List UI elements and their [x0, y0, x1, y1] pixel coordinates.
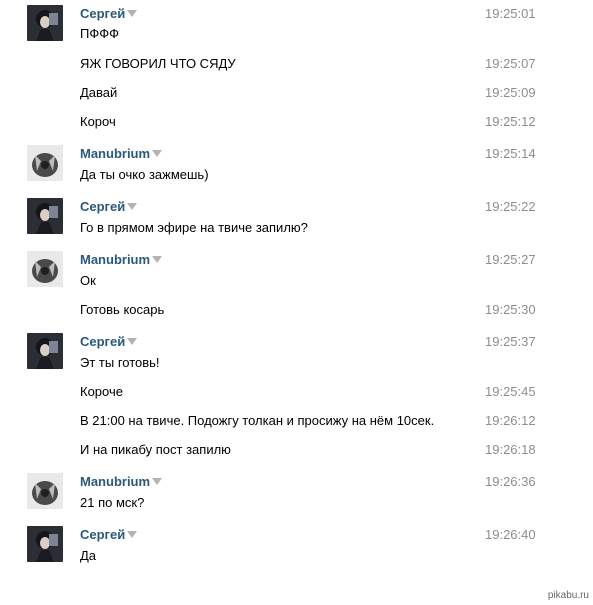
message-text: Ок	[80, 273, 96, 288]
message-text: Короч	[80, 114, 116, 129]
avatar-sergey[interactable]	[27, 526, 63, 562]
chevron-down-icon[interactable]	[152, 150, 163, 157]
author-name[interactable]: Сергей	[80, 527, 138, 543]
chevron-down-icon[interactable]	[152, 256, 163, 263]
message-text: Да ты очко зажмешь)	[80, 167, 209, 182]
message-text: 21 по мск?	[80, 495, 145, 510]
avatar-sergey[interactable]	[27, 5, 63, 41]
author-name[interactable]: Manubrium	[80, 146, 163, 162]
message-text: В 21:00 на твиче. Подожгу толкан и проси…	[80, 413, 435, 428]
message-time: 19:25:14	[485, 146, 536, 161]
message-time: 19:26:36	[485, 474, 536, 489]
message-time: 19:25:12	[485, 114, 536, 129]
message-text: Давай	[80, 85, 118, 100]
watermark: pikabu.ru	[547, 590, 589, 601]
message-text: Эт ты готовь!	[80, 355, 160, 370]
message-text: ЯЖ ГОВОРИЛ ЧТО СЯДУ	[80, 56, 236, 71]
message-time: 19:25:30	[485, 302, 536, 317]
chevron-down-icon[interactable]	[127, 338, 138, 345]
chevron-down-icon[interactable]	[127, 531, 138, 538]
avatar-manubrium[interactable]	[27, 473, 63, 509]
message-text: Го в прямом эфире на твиче запилю?	[80, 220, 308, 235]
author-name[interactable]: Сергей	[80, 199, 138, 215]
author-name[interactable]: Сергей	[80, 334, 138, 350]
message-time: 19:25:01	[485, 6, 536, 21]
message-text: ПФФФ	[80, 26, 119, 41]
message-time: 19:25:07	[485, 56, 536, 71]
author-name[interactable]: Manubrium	[80, 474, 163, 490]
message-time: 19:26:12	[485, 413, 536, 428]
avatar-sergey[interactable]	[27, 333, 63, 369]
message-time: 19:26:18	[485, 442, 536, 457]
chevron-down-icon[interactable]	[152, 478, 163, 485]
avatar-sergey[interactable]	[27, 198, 63, 234]
message-time: 19:25:45	[485, 384, 536, 399]
message-time: 19:25:22	[485, 199, 536, 214]
message-text: И на пикабу пост запилю	[80, 442, 231, 457]
chevron-down-icon[interactable]	[127, 10, 138, 17]
avatar-manubrium[interactable]	[27, 145, 63, 181]
message-text: Короче	[80, 384, 123, 399]
message-text: Готовь косарь	[80, 302, 165, 317]
message-time: 19:25:27	[485, 252, 536, 267]
avatar-manubrium[interactable]	[27, 251, 63, 287]
message-time: 19:25:37	[485, 334, 536, 349]
chevron-down-icon[interactable]	[127, 203, 138, 210]
message-time: 19:25:09	[485, 85, 536, 100]
author-name[interactable]: Сергей	[80, 6, 138, 22]
message-time: 19:26:40	[485, 527, 536, 542]
message-text: Да	[80, 548, 97, 563]
author-name[interactable]: Manubrium	[80, 252, 163, 268]
